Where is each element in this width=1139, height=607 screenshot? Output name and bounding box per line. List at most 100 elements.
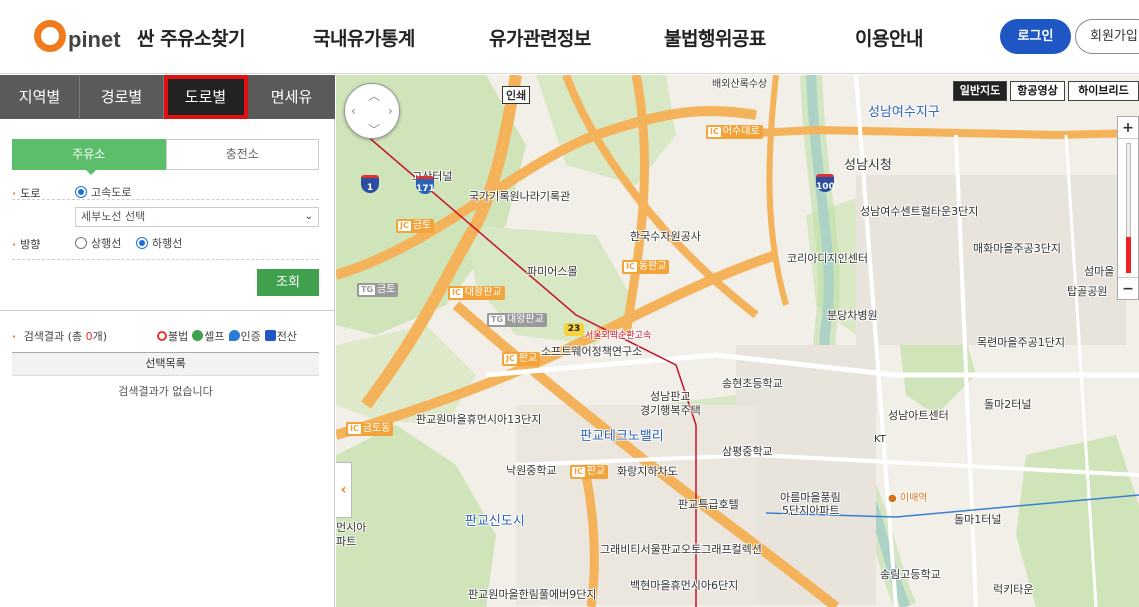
map-label: 럭키타운 (993, 583, 1034, 596)
jc-label: JC 판교 (502, 352, 541, 366)
nav-price-info[interactable]: 유가관련정보 (489, 24, 591, 51)
map-label: 백현마을휴먼시아6단지 (630, 579, 739, 592)
pan-up-icon[interactable]: ︿ (368, 87, 380, 104)
map-label: 돌마2터널 (984, 398, 1032, 411)
map-label: 배외산록수상 (712, 79, 768, 90)
print-button[interactable]: 인쇄 (502, 86, 531, 104)
login-button[interactable]: 로그인 (1000, 19, 1071, 54)
ic-label: IC 동판교 (622, 260, 670, 274)
map-label: KT (874, 434, 886, 445)
ic-label: IC 금토동 (346, 422, 394, 436)
route-171-shield: 171 (416, 176, 435, 194)
opinet-logo[interactable]: pinet (34, 14, 121, 54)
map-label: 송현초등학교 (722, 377, 783, 390)
legend-computerized: 전산 (264, 328, 297, 344)
map-label: 삼평중학교 (722, 445, 773, 458)
map-label: 파미어스몰 (527, 265, 578, 278)
logo-text: pinet (68, 27, 121, 52)
tab-region[interactable]: 지역별 (0, 75, 80, 119)
divider (12, 259, 319, 260)
map-label: 판교테크노밸리 (580, 429, 664, 444)
zoom-control: + − (1117, 116, 1139, 300)
map-label: 파트 (336, 535, 357, 548)
map-type-aerial[interactable]: 항공영상 (1010, 81, 1065, 101)
top-header: pinet 싼 주유소찾기 국내유가통계 유가관련정보 불법행위공표 이용안내 … (0, 0, 1139, 74)
search-panel: 지역별 경로별 도로별 면세유 주유소 충전소 도로 고속도로 세부노선 선택 … (0, 75, 335, 607)
map-view[interactable]: 배외산록수상 인쇄 성남여수지구 성남시청 성남여수센트럴타운3단지 매화마을주… (336, 75, 1139, 607)
search-button[interactable]: 조회 (257, 269, 319, 296)
zoom-in-button[interactable]: + (1118, 117, 1138, 139)
subtab-gas-station[interactable]: 주유소 (12, 139, 166, 175)
tg-label: TG 금토 (357, 283, 399, 297)
tg-label: TG 대왕판교 (487, 313, 547, 327)
self-icon (192, 330, 204, 341)
map-label: 송림고등학교 (880, 568, 941, 581)
map-label: 판교원마을한림풀에버9단지 (468, 588, 597, 601)
route-23-shield: 23 (564, 323, 584, 336)
map-label: 경기행복주택 (640, 404, 701, 417)
pan-down-icon[interactable]: ﹀ (368, 121, 380, 138)
map-label: 판교특급호텔 (678, 498, 739, 511)
map-label: 성남여수센트럴타운3단지 (860, 205, 979, 218)
legend-self: 셀프 (192, 328, 225, 344)
nav-illegal-disclosure[interactable]: 불법행위공표 (664, 24, 766, 51)
map-label: 낙원중학교 (506, 464, 557, 477)
station-type-tabs: 주유소 충전소 (12, 139, 319, 175)
legend-certified: 인증 (228, 328, 261, 344)
zoom-level-fill (1126, 237, 1131, 273)
chevron-left-icon: ‹ (340, 482, 347, 498)
map-label: 매화마을주공3단지 (973, 242, 1061, 255)
radio-checked-icon[interactable] (136, 237, 148, 249)
map-label: 분당차병원 (827, 309, 878, 322)
list-header: 선택목록 (12, 352, 319, 376)
tab-tax-free[interactable]: 면세유 (248, 75, 335, 119)
drop-icon (228, 330, 240, 341)
map-type-hybrid[interactable]: 하이브리드 (1068, 81, 1139, 101)
direction-option-down[interactable]: 하행선 (136, 235, 182, 251)
map-label: 성남아트센터 (888, 409, 949, 422)
map-label: 목련마을주공1단지 (977, 336, 1065, 349)
direction-label: 방향 (12, 236, 40, 252)
subtab-charging-station[interactable]: 충전소 (165, 139, 319, 170)
map-label: 국가기록원나라기록관 (469, 190, 571, 203)
computer-icon (264, 330, 276, 341)
logo-o-mark (34, 20, 66, 52)
map-label: 판교원마을휴먼시아13단지 (416, 413, 542, 426)
map-label: 돌마1터널 (954, 513, 1002, 526)
radio-checked-icon[interactable] (75, 186, 87, 198)
join-button[interactable]: 회원가입 (1075, 19, 1139, 54)
direction-option-up[interactable]: 상행선 (75, 235, 121, 251)
divider (12, 199, 319, 200)
map-label: 서울외곽순환고속 (585, 331, 652, 341)
route-1-shield: 1 (361, 175, 379, 193)
route-100-shield: 100 (816, 174, 835, 192)
ic-label: IC 판교 (570, 465, 609, 479)
panel-collapse-button[interactable]: ‹ (336, 462, 352, 518)
map-pan-control[interactable]: ︿ ﹀ ‹ › (344, 83, 400, 139)
pan-left-icon[interactable]: ‹ (351, 104, 356, 118)
map-label: 판교신도시 (465, 514, 525, 529)
zoom-out-button[interactable]: − (1118, 277, 1138, 299)
logo-subtitle: 싼 주유소찾기 (137, 28, 246, 50)
road-option-expressway[interactable]: 고속도로 (75, 184, 131, 200)
map-type-normal[interactable]: 일반지도 (953, 81, 1007, 101)
map-label: 한국수자원공사 (630, 230, 701, 243)
map-label: 화랑지하차도 (617, 465, 678, 478)
prohibited-icon (157, 331, 167, 341)
radio-unchecked-icon[interactable] (75, 237, 87, 249)
map-label: 5단지아파트 (782, 504, 840, 517)
route-select[interactable]: 세부노선 선택 ⌄ (75, 207, 319, 227)
pan-right-icon[interactable]: › (388, 104, 393, 118)
map-label: 섬마을 (1084, 265, 1115, 278)
tab-route[interactable]: 경로별 (80, 75, 164, 119)
ic-label: IC 어수대로 (706, 125, 763, 139)
map-label: 성남시청 (844, 158, 892, 173)
map-label: 소프트웨어정책연구소 (541, 345, 643, 358)
tab-road[interactable]: 도로별 (164, 75, 248, 119)
nav-domestic-price-stats[interactable]: 국내유가통계 (313, 24, 415, 51)
divider (0, 310, 335, 311)
map-label: ● 이매역 (888, 493, 928, 504)
nav-usage-guide[interactable]: 이용안내 (855, 24, 923, 51)
chevron-down-icon: ⌄ (304, 211, 313, 222)
map-label: 성남여수지구 (868, 105, 940, 120)
